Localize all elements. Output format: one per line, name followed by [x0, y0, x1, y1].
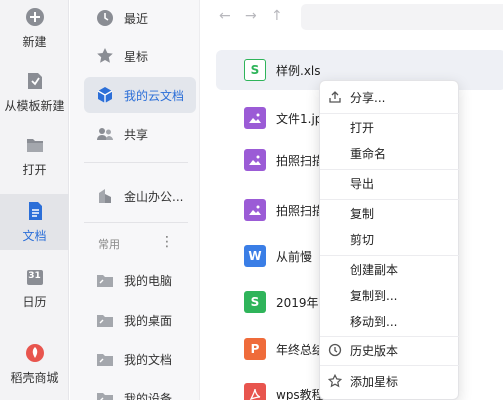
nav-item-my-devices-label: 我的设备	[124, 391, 173, 400]
nav-item-starred-label: 星标	[124, 49, 149, 64]
menu-item-cut-label: 剪切	[350, 232, 375, 247]
menu-item-duplicate-label: 创建副本	[350, 262, 399, 277]
nav-item-my-computer-label: 我的电脑	[124, 273, 173, 288]
clock-icon	[94, 7, 116, 29]
menu-item-open-label: 打开	[350, 120, 375, 135]
image-file-icon	[244, 107, 266, 129]
menu-item-export[interactable]: 导出	[320, 170, 460, 196]
file-name: 拍照扫描	[276, 153, 325, 168]
people-icon	[94, 123, 116, 145]
context-menu: 分享... 打开 重命名 导出 复制 剪切 创建副本 复制到... 移动到...…	[319, 80, 460, 400]
menu-separator	[320, 365, 460, 366]
rail-open-label: 打开	[22, 163, 47, 177]
menu-item-move-to[interactable]: 移动到...	[320, 308, 460, 334]
calendar-icon: 31	[24, 266, 46, 288]
rail-template-label: 从模板新建	[4, 99, 65, 113]
nav-item-kingsoft-office[interactable]: 金山办公...	[84, 178, 196, 214]
docer-store-icon	[24, 342, 46, 364]
forward-button[interactable]: →	[245, 8, 257, 24]
star-icon	[94, 45, 116, 67]
menu-item-move-to-label: 移动到...	[350, 314, 398, 329]
nav-item-my-desktop[interactable]: 我的桌面	[84, 302, 196, 338]
menu-item-copy-label: 复制	[350, 206, 375, 221]
nav-item-my-desktop-label: 我的桌面	[124, 313, 173, 328]
back-button[interactable]: ←	[219, 8, 231, 24]
nav-item-shared-label: 共享	[124, 127, 149, 142]
file-name: 拍照扫描	[276, 203, 325, 218]
menu-item-history-label: 历史版本	[350, 343, 399, 358]
file-name: wps教程	[276, 387, 324, 400]
rail-new-button[interactable]: 新建	[0, 6, 69, 56]
calendar-day: 31	[28, 271, 41, 281]
menu-item-add-star[interactable]: 添加星标	[320, 368, 460, 394]
image-file-icon	[244, 149, 266, 171]
device-folder-icon	[94, 387, 116, 400]
file-name: 从前慢	[276, 249, 313, 264]
menu-item-copy-to-label: 复制到...	[350, 288, 398, 303]
rail-calendar-button[interactable]: 31 日历	[0, 266, 69, 316]
menu-item-duplicate[interactable]: 创建副本	[320, 256, 460, 282]
nav-item-starred[interactable]: 星标	[84, 38, 196, 74]
building-icon	[94, 185, 116, 207]
word-file-icon: W	[244, 245, 266, 267]
nav-item-my-documents[interactable]: 我的文档	[84, 341, 196, 377]
rail-documents-label: 文档	[22, 229, 47, 243]
nav-divider	[84, 222, 188, 223]
sheet-file-icon: S	[244, 59, 266, 81]
plus-circle-icon	[24, 6, 46, 28]
menu-item-rename[interactable]: 重命名	[320, 140, 460, 166]
sheet-file-icon: S	[244, 291, 266, 313]
nav-section-more-button[interactable]: ⋮	[160, 234, 174, 250]
document-icon	[24, 200, 46, 222]
rail-open-button[interactable]: 打开	[0, 134, 69, 184]
nav-item-my-cloud-docs-label: 我的云文档	[124, 88, 185, 103]
nav-item-recent[interactable]: 最近	[84, 0, 196, 36]
menu-item-share[interactable]: 分享...	[320, 84, 460, 110]
image-file-icon	[244, 199, 266, 221]
menu-item-cut[interactable]: 剪切	[320, 226, 460, 252]
rail-docer-store-label: 稻壳商城	[10, 371, 59, 385]
path-bar[interactable]	[301, 4, 503, 30]
menu-item-copy[interactable]: 复制	[320, 200, 460, 226]
desktop-folder-icon	[94, 309, 116, 331]
left-rail: 新建 从模板新建 打开 文档 31 日历 稻壳商城	[0, 0, 69, 400]
menu-item-history[interactable]: 历史版本	[320, 337, 460, 363]
nav-section-frequent: 常用	[98, 238, 120, 251]
pdf-file-icon	[244, 383, 266, 400]
nav-divider	[84, 162, 188, 163]
menu-item-open[interactable]: 打开	[320, 114, 460, 140]
menu-item-add-star-label: 添加星标	[350, 374, 399, 389]
computer-folder-icon	[94, 269, 116, 291]
nav-item-my-computer[interactable]: 我的电脑	[84, 262, 196, 298]
rail-docer-store-button[interactable]: 稻壳商城	[0, 342, 69, 392]
ppt-file-icon: P	[244, 338, 266, 360]
star-outline-icon	[328, 374, 342, 388]
file-name: 样例.xls	[276, 63, 321, 78]
up-button[interactable]: ↑	[271, 8, 283, 24]
nav-item-shared[interactable]: 共享	[84, 116, 196, 152]
rail-calendar-label: 日历	[22, 295, 47, 309]
menu-item-share-label: 分享...	[350, 90, 386, 105]
rail-new-label: 新建	[22, 35, 47, 49]
template-icon	[24, 70, 46, 92]
rail-template-button[interactable]: 从模板新建	[0, 70, 69, 120]
documents-folder-icon	[94, 348, 116, 370]
menu-item-copy-to[interactable]: 复制到...	[320, 282, 460, 308]
history-clock-icon	[328, 343, 342, 357]
folder-open-icon	[24, 134, 46, 156]
menu-item-rename-label: 重命名	[350, 146, 387, 161]
nav-item-recent-label: 最近	[124, 11, 149, 26]
rail-documents-button[interactable]: 文档	[0, 194, 69, 250]
nav-item-my-documents-label: 我的文档	[124, 352, 173, 367]
cloud-cube-icon	[94, 84, 116, 106]
file-name: 年终总结	[276, 342, 325, 357]
nav-item-kingsoft-office-label: 金山办公...	[124, 189, 184, 204]
nav-item-my-devices[interactable]: 我的设备	[84, 380, 196, 400]
nav-item-my-cloud-docs[interactable]: 我的云文档	[84, 77, 196, 113]
menu-item-export-label: 导出	[350, 176, 375, 191]
share-icon	[328, 90, 342, 104]
